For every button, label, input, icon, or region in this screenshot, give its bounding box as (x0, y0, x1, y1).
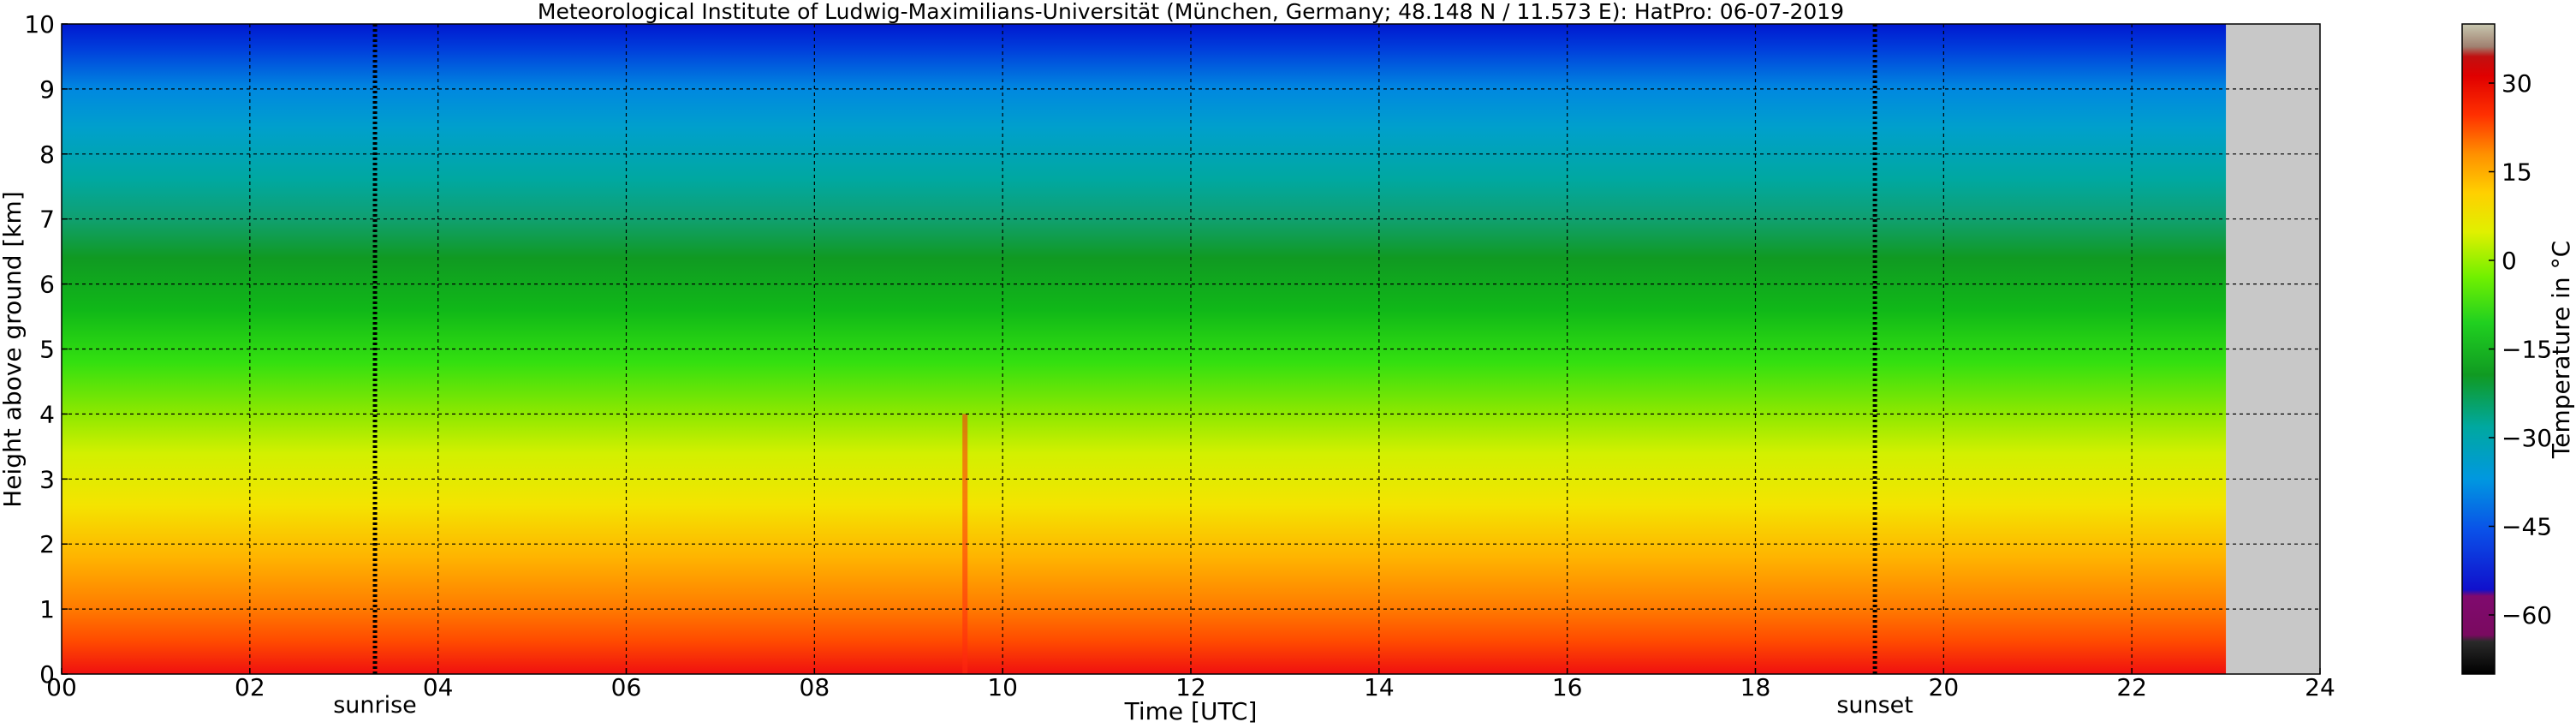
colorbar-tick-label: −15 (2502, 336, 2552, 364)
x-tick-label: 06 (611, 673, 642, 701)
x-tick-label: 02 (235, 673, 265, 701)
plot-area (62, 24, 2320, 674)
x-tick-label: 22 (2116, 673, 2147, 701)
sunset-label: sunset (1836, 692, 1913, 719)
temperature-heatmap-chart: Meteorological Institute of Ludwig-Maxim… (0, 0, 2575, 725)
x-tick-label: 20 (1929, 673, 1960, 701)
y-tick-label: 6 (39, 271, 55, 299)
y-tick-label: 2 (39, 530, 55, 558)
x-tick-label: 24 (2305, 673, 2335, 701)
colorbar-tick-label: 0 (2502, 247, 2517, 275)
colorbar-ticks: 30 15 0 −15 −30 −45 −60 (2489, 69, 2552, 630)
event-labels: sunrise sunset (333, 692, 1913, 719)
colorbar: 30 15 0 −15 −30 −45 −60 Temperature in °C (2461, 23, 2575, 675)
y-tick-label: 1 (39, 595, 55, 624)
x-tick-label: 04 (423, 673, 454, 701)
x-tick-label: 14 (1364, 673, 1395, 701)
y-axis-label: Height above ground [km] (0, 191, 27, 508)
colorbar-tick-label: −45 (2502, 513, 2552, 541)
colorbar-label: Temperature in °C (2547, 241, 2575, 459)
y-tick-label: 3 (39, 465, 55, 493)
y-tick-label: 0 (39, 660, 55, 689)
sunrise-label: sunrise (333, 692, 417, 719)
y-tick-label: 7 (39, 206, 55, 234)
colorbar-tick-label: −60 (2502, 601, 2552, 630)
chart-title: Meteorological Institute of Ludwig-Maxim… (538, 0, 1844, 24)
y-tick-label: 5 (39, 336, 55, 364)
y-tick-label: 8 (39, 140, 55, 169)
x-tick-label: 16 (1552, 673, 1583, 701)
x-tick-label: 08 (800, 673, 830, 701)
colorbar-tick-label: 30 (2502, 69, 2532, 98)
y-tick-label: 4 (39, 400, 55, 428)
colorbar-tick-label: −30 (2502, 424, 2552, 452)
y-tick-label: 10 (24, 10, 55, 39)
colorbar-tick-label: 15 (2502, 158, 2532, 187)
x-tick-label: 10 (987, 673, 1018, 701)
y-tick-label: 9 (39, 75, 55, 104)
x-tick-label: 18 (1740, 673, 1771, 701)
x-axis-label: Time [UTC] (1124, 697, 1258, 725)
